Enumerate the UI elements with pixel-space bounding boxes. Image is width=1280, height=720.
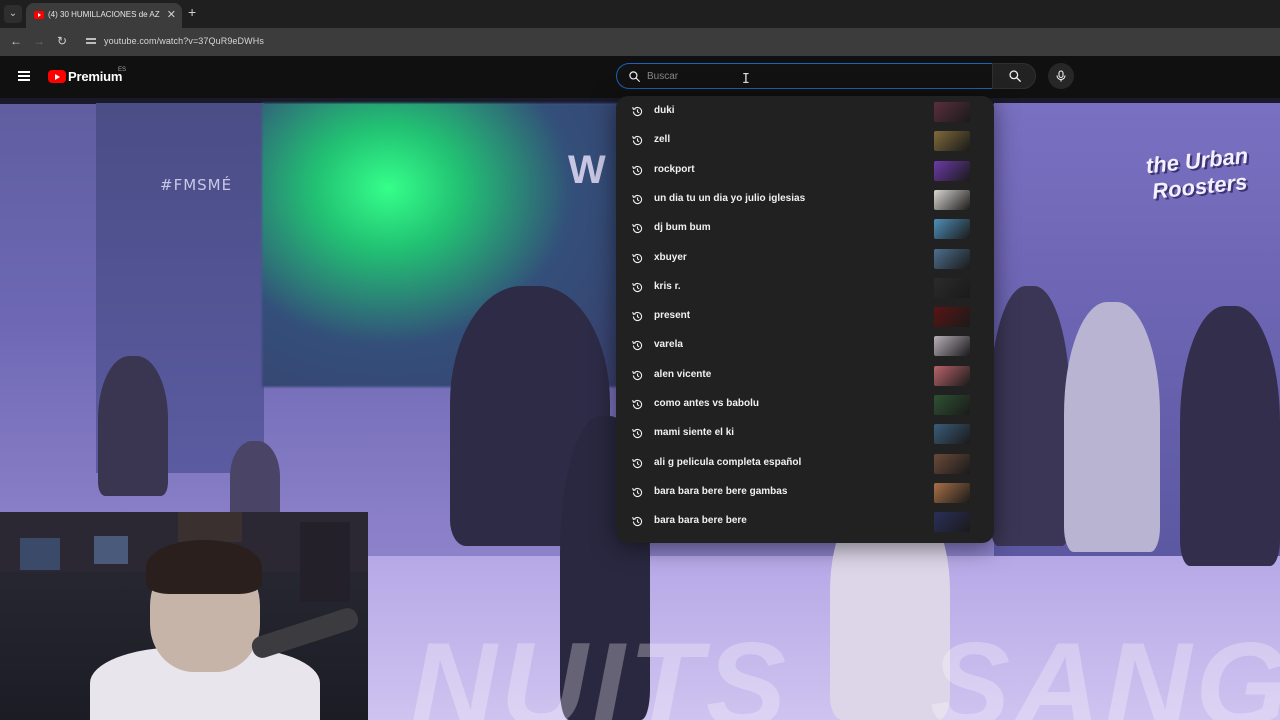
suggestion-thumbnail[interactable] [934,307,970,328]
history-icon [632,458,643,468]
suggestion-text: bara bara bere bere gambas [654,485,788,497]
browser-tab-bar: ⌄ (4) 30 HUMILLACIONES de AZU ✕ + [0,0,1280,28]
history-icon [632,282,643,292]
suggestion-thumbnail[interactable] [934,248,970,269]
history-icon [632,224,643,234]
suggestion-text: varela [654,339,683,351]
youtube-favicon-icon [34,11,44,19]
person-figure [230,441,280,521]
forward-arrow-icon[interactable]: → [33,34,45,48]
suggestion-thumbnail[interactable] [934,453,970,474]
search-icon [1009,70,1021,82]
reload-icon[interactable]: ↻ [57,34,67,48]
history-icon [632,106,643,117]
suggestion-thumbnail[interactable] [934,424,970,445]
suggestion-text: como antes vs babolu [654,398,760,409]
suggestion-text: dj bum bum [654,222,711,234]
voice-search-button[interactable] [1048,63,1074,89]
history-icon [632,429,643,439]
history-icon [632,399,643,410]
search-suggestions: duki zell rockport un dia tu un dia yo juli… [616,96,994,543]
suggestion-item[interactable]: un dia tu un dia yo julio iglesias [616,185,994,214]
suggestion-item[interactable]: ali g pelicula completa español [616,449,994,478]
person-figure [1064,302,1160,552]
suggestion-thumbnail[interactable] [934,160,970,181]
suggestion-item[interactable]: bara bara bere bere gambas [616,478,994,507]
search-input[interactable] [647,67,977,85]
history-icon [632,194,643,204]
history-icon [632,312,643,322]
suggestion-item[interactable]: dj bum bum [616,214,994,243]
site-info-icon[interactable] [86,36,96,46]
suggestion-thumbnail[interactable] [934,277,970,298]
banner-text-right: SANGI [930,618,1280,720]
youtube-logo-icon[interactable] [48,70,66,83]
tab-title: (4) 30 HUMILLACIONES de AZU [48,10,160,19]
search-icon [629,71,640,82]
suggestion-thumbnail[interactable] [934,482,970,503]
suggestion-thumbnail[interactable] [934,189,970,210]
streamer-hair [146,540,262,594]
suggestion-item[interactable]: duki [616,97,994,126]
microphone-arm [249,605,361,661]
history-icon [632,136,643,146]
suggestion-item[interactable]: kris r. [616,273,994,302]
search-box[interactable] [616,63,992,89]
tab-close-icon[interactable]: ✕ [167,8,176,21]
hamburger-menu-icon[interactable] [18,71,30,81]
youtube-premium-logo[interactable]: Premium [68,69,122,84]
suggestion-item[interactable]: xbuyer [616,244,994,273]
country-code: ES [118,67,127,73]
urban-roosters-logo: the Urban Roosters [1144,142,1250,204]
suggestion-thumbnail[interactable] [934,336,970,357]
event-hashtag: #FMSMÉ [160,176,233,194]
banner-text-left: NUITS [410,618,790,720]
new-tab-button[interactable]: + [188,4,196,20]
stage-letter: W [568,148,606,192]
suggestion-text: bara bara bere bere [654,515,747,527]
suggestion-text: rockport [654,163,695,175]
suggestion-text: duki [654,105,675,116]
browser-tab-active[interactable]: (4) 30 HUMILLACIONES de AZU ✕ [26,3,182,28]
history-icon [632,487,643,497]
text-cursor-icon: I [742,72,750,87]
history-icon [632,165,643,175]
suggestion-item[interactable]: como antes vs babolu [616,390,994,419]
suggestion-text: xbuyer [654,251,687,263]
suggestion-thumbnail[interactable] [934,131,970,152]
suggestion-thumbnail[interactable] [934,365,970,386]
person-figure [98,356,168,496]
search-button[interactable] [992,63,1036,89]
suggestion-text: kris r. [654,280,681,292]
suggestion-thumbnail[interactable] [934,219,970,240]
back-arrow-icon[interactable]: ← [10,34,22,48]
history-icon [632,517,643,527]
suggestion-text: ali g pelicula completa español [654,456,802,468]
suggestion-text: present [654,310,691,322]
suggestion-item[interactable]: rockport [616,156,994,185]
browser-toolbar: ← → ↻ youtube.com/watch?v=37QuR9eDWHs [0,28,1280,56]
history-icon [632,370,643,380]
address-bar-url[interactable]: youtube.com/watch?v=37QuR9eDWHs [104,36,264,46]
suggestion-text: un dia tu un dia yo julio iglesias [654,192,806,204]
suggestion-thumbnail[interactable] [934,395,970,415]
suggestion-item[interactable]: zell [616,126,994,155]
person-figure [1180,306,1280,566]
suggestion-item[interactable]: varela [616,331,994,360]
suggestion-text: mami siente el ki [654,427,735,439]
suggestion-item[interactable]: bara bara bere bere [616,507,994,536]
suggestion-item[interactable]: alen vicente [616,361,994,390]
tab-search-button[interactable]: ⌄ [4,5,22,23]
suggestion-text: alen vicente [654,368,712,380]
suggestion-thumbnail[interactable] [934,102,970,122]
webcam-overlay [0,512,368,720]
suggestion-item[interactable]: present [616,302,994,331]
suggestion-text: zell [654,134,671,146]
history-icon [632,341,643,351]
microphone-icon [1056,70,1066,82]
history-icon [632,253,643,263]
suggestion-thumbnail[interactable] [934,512,970,533]
suggestion-item[interactable]: mami siente el ki [616,419,994,448]
person-figure [990,286,1070,546]
